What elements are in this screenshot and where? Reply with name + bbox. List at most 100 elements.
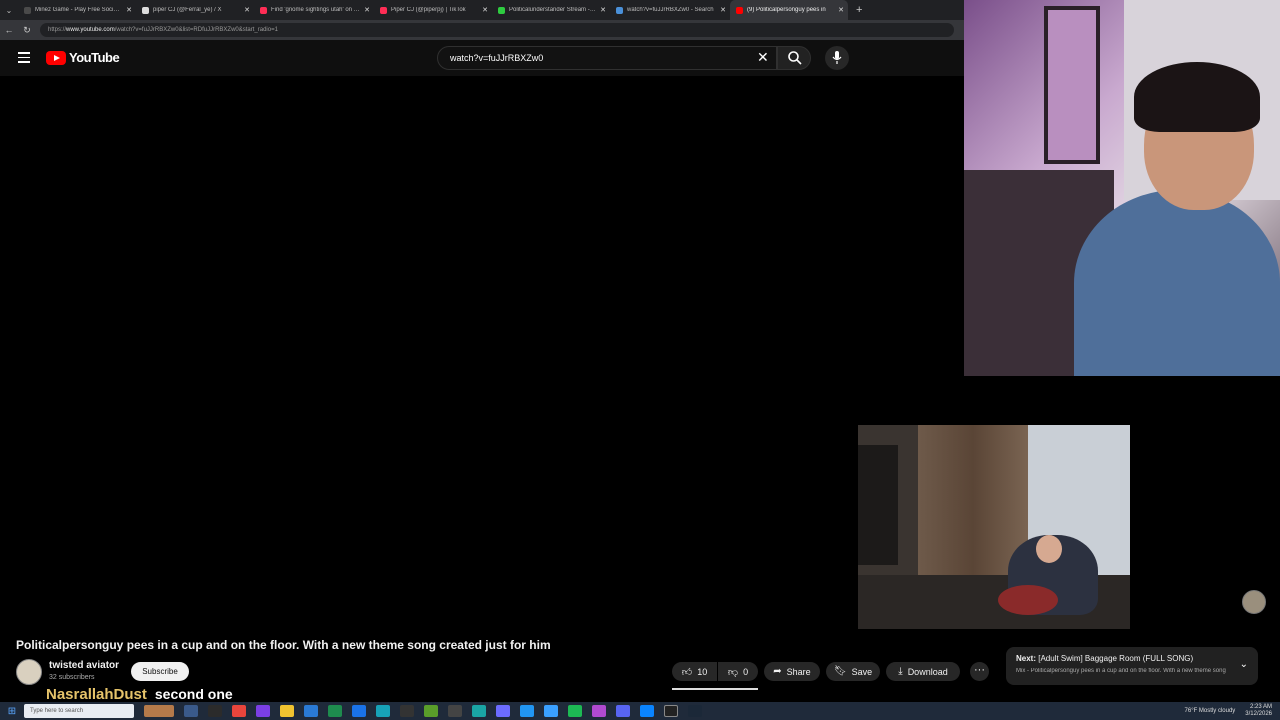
url-host: www.youtube.com — [66, 27, 115, 33]
next-video-title: Next: [Adult Swim] Baggage Room (FULL SO… — [1016, 654, 1193, 663]
share-icon: ➦ — [773, 666, 782, 677]
taskbar-search-placeholder: Type here to search — [30, 708, 84, 714]
download-button[interactable]: ⤓ Download — [886, 662, 960, 681]
avatar[interactable] — [1242, 590, 1266, 614]
browser-tab-active[interactable]: (9) Politicalpersonguy pees in ✕ — [730, 0, 848, 20]
weather-text[interactable]: 76°F Mostly cloudy — [1185, 708, 1236, 714]
windows-taskbar: ⊞ Type here to search 76°F Mostly cloudy… — [0, 702, 1280, 720]
app-icon[interactable] — [592, 705, 606, 717]
inset-video — [858, 425, 1130, 629]
save-button[interactable]: 🔖︎ Save — [826, 662, 880, 681]
app-icon[interactable] — [328, 705, 342, 717]
system-tray: 76°F Mostly cloudy 2:23 AM 3/12/2026 — [1185, 704, 1272, 718]
video-title: Politicalpersonguy pees in a cup and on … — [16, 638, 551, 652]
share-button[interactable]: ➦ Share — [764, 662, 820, 681]
chat-text: second one — [154, 686, 233, 702]
inset-shelf — [858, 445, 898, 565]
task-view-icon[interactable] — [184, 705, 198, 717]
app-icon[interactable] — [640, 705, 654, 717]
browser-tab[interactable]: Piper CJ (@piperpj) | TikTok ✕ — [374, 0, 492, 20]
app-icon[interactable] — [472, 705, 486, 717]
browser-tab[interactable]: Politicalunderstander Stream - We ✕ — [492, 0, 610, 20]
address-bar: ← ↻ https://www.youtube.com/watch?v=fuJJ… — [0, 20, 964, 40]
app-icon[interactable] — [232, 705, 246, 717]
clock-time: 2:23 AM — [1249, 704, 1272, 710]
reload-icon[interactable]: ↻ — [18, 25, 36, 36]
youtube-header: YouTube ✕ — [0, 40, 964, 76]
app-icon[interactable] — [496, 705, 510, 717]
app-icon[interactable] — [544, 705, 558, 717]
tab-favicon-icon — [498, 6, 505, 14]
tab-close-icon[interactable]: ✕ — [244, 6, 250, 14]
browser-tab[interactable]: watch?v=fuJJrRBXZw0 - Search ✕ — [610, 0, 730, 20]
youtube-play-icon — [46, 50, 66, 65]
edge-icon[interactable] — [304, 705, 318, 717]
tab-title: watch?v=fuJJrRBXZw0 - Search — [627, 7, 714, 13]
youtube-logo[interactable]: YouTube — [46, 50, 120, 65]
tab-title: piper CJ (@Ferral_ye) / X — [153, 7, 222, 13]
clock-date: 3/12/2026 — [1245, 711, 1272, 717]
subscriber-count: 32 subscribers — [49, 674, 95, 681]
like-button[interactable]: 👍︎ 10 — [672, 662, 717, 681]
tab-favicon-icon — [260, 6, 267, 14]
tab-favicon-icon — [736, 6, 743, 14]
tab-close-icon[interactable]: ✕ — [126, 6, 132, 14]
browser-tab[interactable]: Minez Game - Play Free Social Ca ✕ — [18, 0, 136, 20]
app-icon[interactable] — [400, 705, 414, 717]
browser-tab[interactable]: Find 'gnome sightings utah' on TikT ✕ — [254, 0, 374, 20]
subscribe-button[interactable]: Subscribe — [131, 662, 189, 681]
dislike-count: 0 — [743, 666, 749, 677]
chat-message: NasrallahDust second one — [46, 686, 233, 703]
channel-name[interactable]: twisted aviator — [49, 660, 119, 671]
app-icon[interactable] — [376, 705, 390, 717]
chevron-down-icon[interactable]: ⌄ — [1240, 659, 1248, 670]
obs-icon[interactable] — [664, 705, 678, 717]
channel-avatar[interactable] — [16, 659, 42, 685]
new-tab-icon[interactable]: + — [856, 4, 862, 16]
back-icon[interactable]: ← — [0, 25, 18, 35]
app-icon[interactable] — [424, 705, 438, 717]
app-icon[interactable] — [568, 705, 582, 717]
tab-close-icon[interactable]: ✕ — [364, 6, 370, 14]
tab-close-icon[interactable]: ✕ — [720, 6, 726, 14]
dislike-icon: 👎︎ — [727, 666, 739, 678]
tab-title: Find 'gnome sightings utah' on TikT — [271, 7, 361, 13]
tab-list-icon[interactable]: ⌄ — [0, 6, 18, 15]
taskbar-search-input[interactable]: Type here to search — [24, 704, 134, 718]
next-title-text: [Adult Swim] Baggage Room (FULL SONG) — [1038, 654, 1194, 663]
tab-close-icon[interactable]: ✕ — [838, 6, 844, 14]
discord-icon[interactable] — [616, 705, 630, 717]
like-ratio-bar — [672, 688, 758, 690]
next-video-panel[interactable]: Next: [Adult Swim] Baggage Room (FULL SO… — [1006, 647, 1258, 685]
search-input[interactable] — [448, 52, 752, 64]
close-icon[interactable]: ✕ — [757, 49, 769, 66]
browser-tab-strip: ⌄ Minez Game - Play Free Social Ca ✕ pip… — [0, 0, 964, 20]
search-icon — [788, 51, 802, 65]
next-video-subtitle: Mix - Politicalpersonguy pees in a cup a… — [1016, 668, 1226, 674]
app-icon[interactable] — [256, 705, 270, 717]
windows-start-icon[interactable]: ⊞ — [0, 706, 24, 717]
clock[interactable]: 2:23 AM 3/12/2026 — [1245, 704, 1272, 718]
tab-close-icon[interactable]: ✕ — [482, 6, 488, 14]
dislike-button[interactable]: 👎︎ 0 — [718, 662, 758, 681]
tab-favicon-icon — [24, 6, 31, 14]
voice-search-button[interactable] — [825, 46, 849, 70]
webcam-door — [1044, 6, 1100, 164]
menu-icon[interactable] — [18, 52, 30, 63]
file-explorer-icon[interactable] — [280, 705, 294, 717]
url-field[interactable]: https://www.youtube.com/watch?v=fuJJrRBX… — [40, 23, 954, 37]
app-icon[interactable] — [352, 705, 366, 717]
tab-close-icon[interactable]: ✕ — [600, 6, 606, 14]
search-button[interactable] — [777, 46, 811, 70]
search-highlight-icon[interactable] — [144, 705, 174, 717]
browser-tab[interactable]: piper CJ (@Ferral_ye) / X ✕ — [136, 0, 254, 20]
share-label: Share — [786, 666, 811, 677]
like-count: 10 — [697, 666, 708, 677]
video-player[interactable] — [0, 76, 964, 630]
url-prefix: https:// — [48, 27, 67, 33]
steam-icon[interactable] — [688, 705, 702, 717]
app-icon[interactable] — [520, 705, 534, 717]
chrome-icon[interactable] — [208, 705, 222, 717]
app-icon[interactable] — [448, 705, 462, 717]
more-actions-button[interactable]: ··· — [970, 662, 989, 681]
